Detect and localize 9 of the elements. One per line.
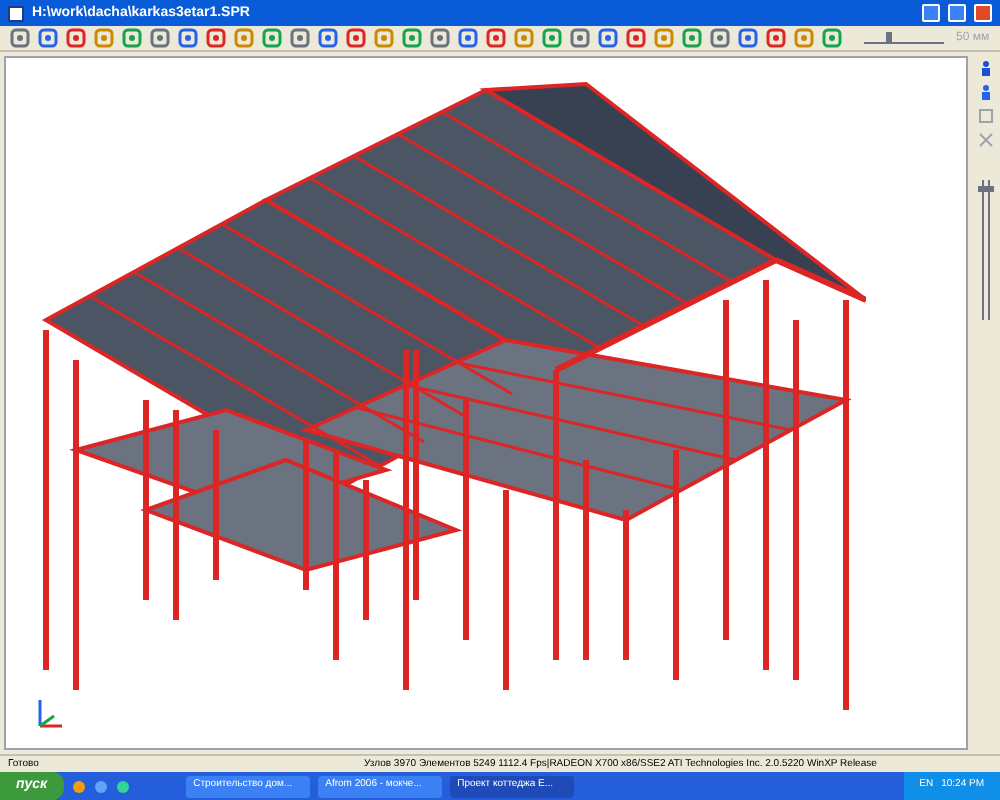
maximize-button[interactable] [948, 4, 966, 22]
app-icon [8, 5, 24, 21]
close-button[interactable] [974, 4, 992, 22]
person-icon[interactable] [978, 60, 994, 76]
scale-slider-thumb[interactable] [886, 32, 893, 44]
cross-icon[interactable] [978, 132, 994, 148]
minimize-button[interactable] [922, 4, 940, 22]
vertical-slider-thumb[interactable] [978, 186, 994, 193]
person-icon[interactable] [978, 84, 994, 100]
